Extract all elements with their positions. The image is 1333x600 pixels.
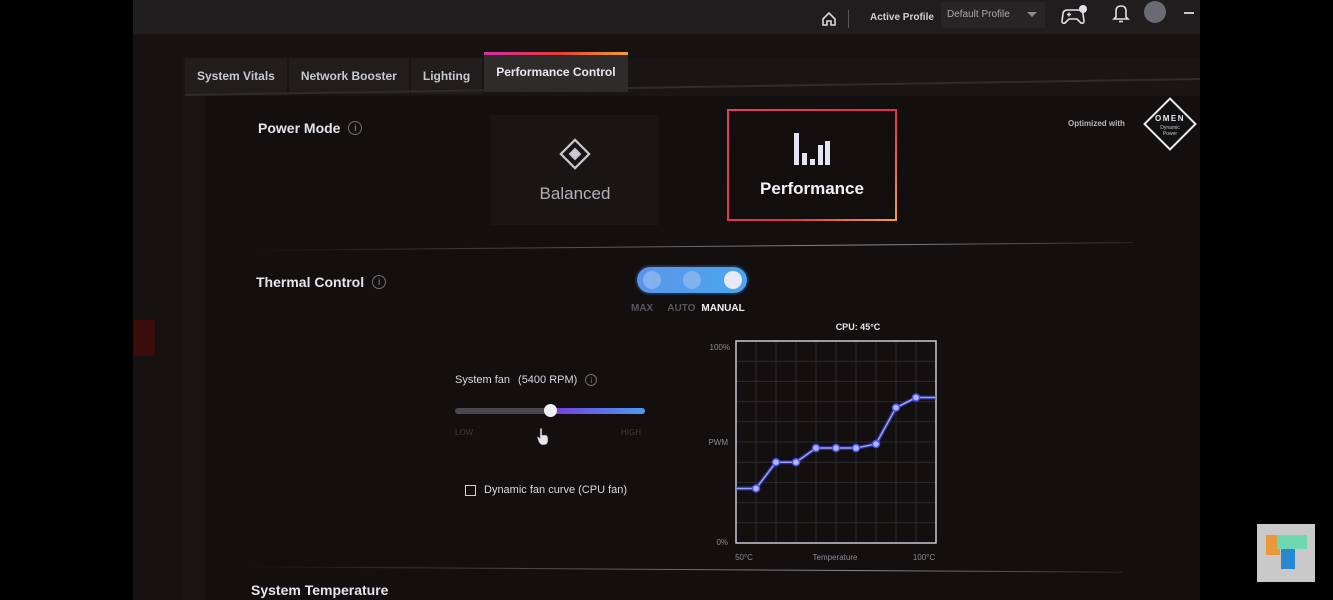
fan-curve-point[interactable]: [871, 439, 881, 449]
x-axis-label: Temperature: [813, 553, 858, 562]
x-tick-50: 50°C: [735, 553, 753, 562]
slider-fill: [550, 408, 645, 414]
gamepad-icon[interactable]: [1059, 4, 1089, 26]
fan-curve-point[interactable]: [891, 403, 901, 412]
chevron-down-icon: [1027, 12, 1037, 17]
tab-performance-control[interactable]: Performance Control: [484, 52, 628, 92]
mode-balanced-button[interactable]: Balanced: [491, 115, 659, 225]
titlebar-divider: [848, 10, 849, 28]
system-fan-slider[interactable]: [455, 404, 645, 417]
omen-line2-text: Power: [1163, 131, 1178, 137]
toggle-knob-max[interactable]: [643, 271, 661, 289]
optimized-with-label: Optimized with: [1068, 119, 1125, 128]
system-fan-label-row: System fan (5400 RPM) i: [455, 374, 598, 386]
avatar[interactable]: [1144, 1, 1166, 23]
toggle-knob-auto[interactable]: [683, 271, 701, 289]
chart-grid: [736, 341, 936, 543]
chart-title: CPU: 45°C: [835, 322, 881, 332]
screen-glow: [133, 320, 155, 356]
fan-curve-point[interactable]: [771, 457, 781, 467]
channel-watermark-logo: [1257, 524, 1315, 582]
info-icon[interactable]: i: [348, 121, 363, 135]
fan-curve-point[interactable]: [831, 443, 841, 453]
mode-performance-label: Performance: [760, 179, 864, 198]
thermal-mode-labels: MAX AUTO MANUAL: [631, 303, 745, 314]
slider-high-label: HIGH: [621, 428, 641, 437]
fan-curve-chart[interactable]: 100% 0% PWM 50°C Temperature 100°C: [683, 336, 943, 568]
dynamic-fan-curve-label: Dynamic fan curve (CPU fan): [484, 484, 628, 496]
mode-performance-button[interactable]: Performance: [727, 109, 897, 221]
fan-curve-point[interactable]: [751, 484, 761, 493]
y-tick-0: 0%: [716, 538, 728, 547]
thermal-control-title: Thermal Control: [256, 274, 365, 290]
fan-curve-point[interactable]: [851, 443, 861, 453]
y-tick-100: 100%: [710, 343, 730, 352]
power-mode-heading: Power Mode i: [258, 120, 363, 136]
mode-balanced-label: Balanced: [539, 184, 611, 203]
slider-low-label: LOW: [455, 428, 474, 437]
app-screen: Active Profile Default Profile System Vi…: [133, 0, 1200, 600]
tab-system-vitals[interactable]: System Vitals: [185, 58, 287, 94]
system-fan-rpm: (5400 RPM): [518, 374, 578, 386]
home-icon[interactable]: [821, 11, 837, 27]
thermal-control-heading: Thermal Control i: [256, 274, 387, 290]
x-tick-100: 100°C: [913, 553, 936, 562]
fan-curve-point[interactable]: [911, 393, 921, 402]
info-icon[interactable]: i: [585, 374, 598, 386]
title-bar: Active Profile Default Profile: [133, 0, 1200, 34]
hand-cursor-icon: [536, 427, 549, 445]
watermark-icon: [1266, 535, 1307, 569]
fan-curve-point[interactable]: [811, 443, 821, 453]
dynamic-fan-curve-checkbox[interactable]: [465, 484, 476, 496]
toggle-label-auto[interactable]: AUTO: [667, 303, 695, 314]
info-icon[interactable]: i: [372, 275, 387, 289]
active-profile-label: Active Profile: [870, 12, 934, 23]
y-axis-label: PWM: [708, 438, 728, 447]
system-fan-label: System fan: [455, 374, 511, 386]
minimize-icon[interactable]: [1184, 12, 1194, 14]
bar-chart-icon: [794, 133, 830, 165]
toggle-knob-manual[interactable]: [724, 271, 742, 289]
power-mode-title: Power Mode: [258, 120, 341, 136]
slider-thumb[interactable]: [544, 404, 557, 417]
toggle-label-manual[interactable]: MANUAL: [701, 303, 744, 314]
toggle-label-max[interactable]: MAX: [631, 303, 653, 314]
bell-icon[interactable]: [1111, 3, 1131, 23]
tab-network-booster[interactable]: Network Booster: [288, 58, 409, 94]
thermal-mode-toggle[interactable]: [637, 267, 747, 293]
omen-dynamic-power-logo: OMEN Dynamic Power: [1143, 97, 1197, 151]
profile-value: Default Profile: [947, 9, 1010, 20]
diamond-icon: [559, 138, 591, 170]
fan-curve-point[interactable]: [791, 457, 801, 467]
dynamic-fan-curve-row[interactable]: Dynamic fan curve (CPU fan): [465, 484, 627, 496]
profile-dropdown[interactable]: Default Profile: [941, 2, 1045, 28]
system-temperature-title: System Temperature: [251, 582, 389, 598]
omen-brand-text: OMEN: [1155, 114, 1185, 123]
